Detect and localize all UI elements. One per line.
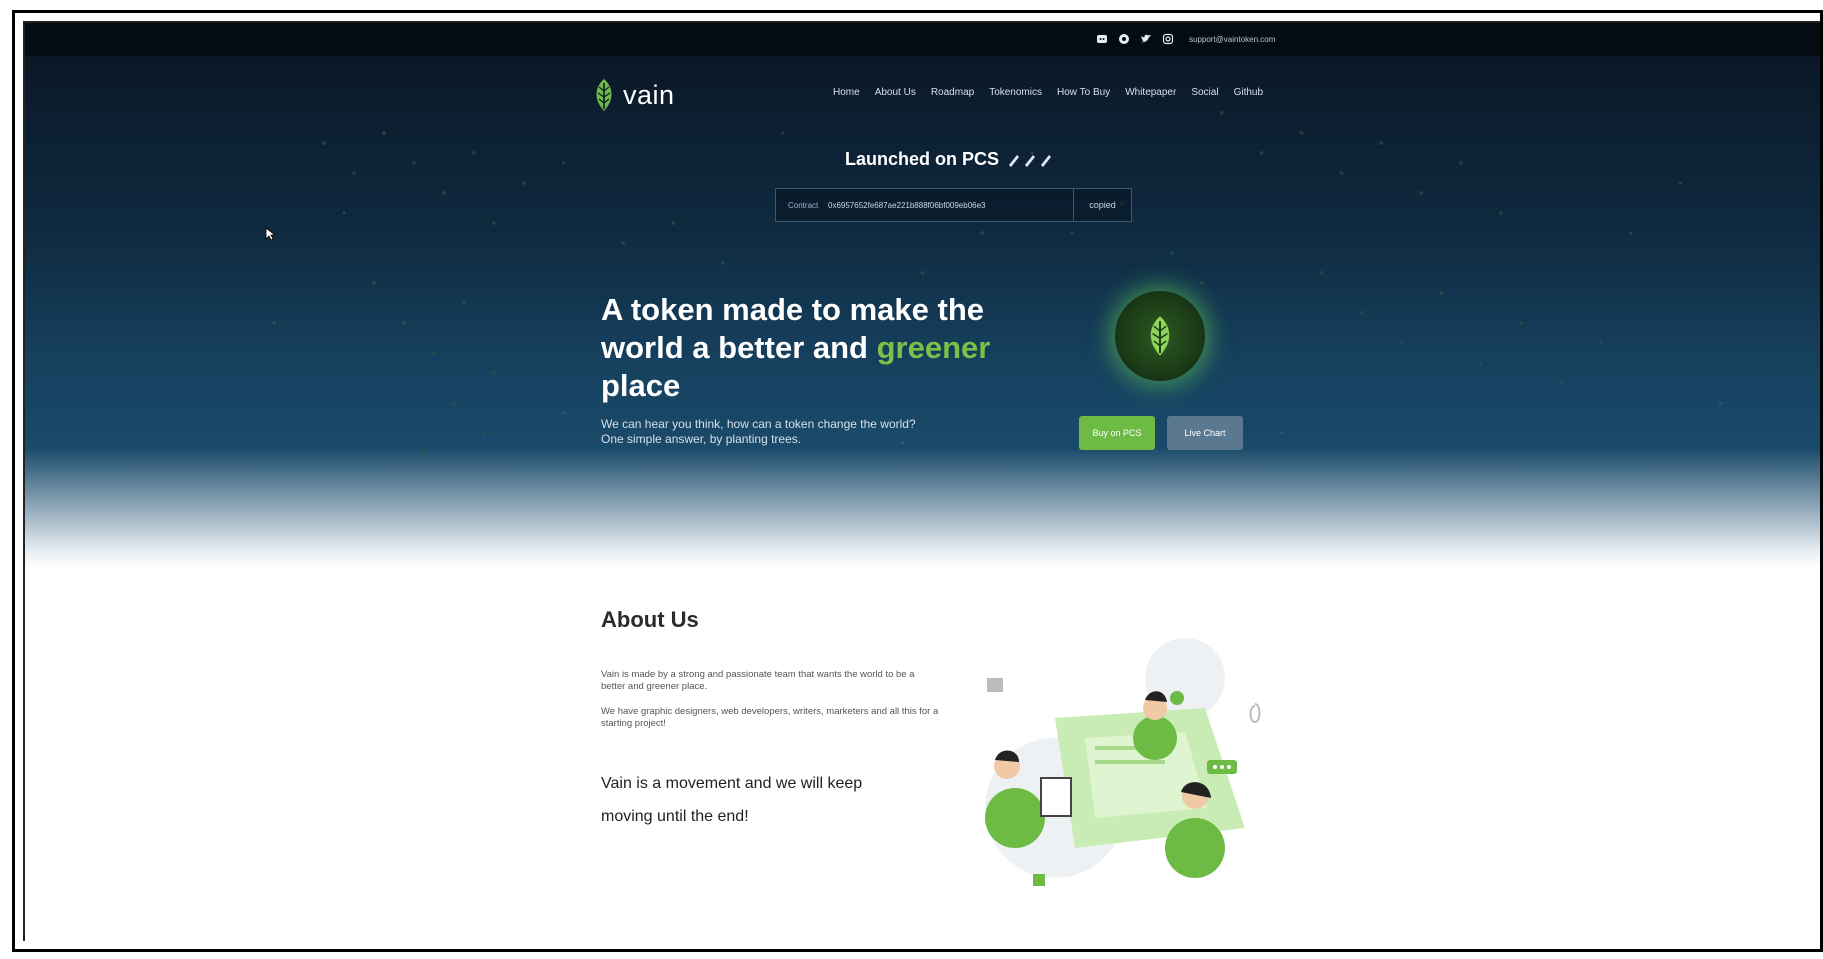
brand-name: vain (623, 79, 675, 110)
nav-item-github[interactable]: Github (1234, 87, 1263, 98)
nav-item-how-to-buy[interactable]: How To Buy (1057, 87, 1110, 98)
support-email[interactable]: support@vaintoken.com (1189, 35, 1275, 44)
live-chart-button[interactable]: Live Chart (1167, 416, 1243, 450)
movement-line1: Vain is a movement and we will keep (601, 775, 863, 792)
about-paragraph-1: Vain is made by a strong and passionate … (601, 669, 915, 692)
movement-statement: Vain is a movement and we will keep movi… (601, 767, 931, 833)
main-nav: vain Home About Us Roadmap Tokenomics Ho… (25, 57, 1820, 111)
nav-item-about-us[interactable]: About Us (875, 87, 916, 98)
contract-box: Contract 0x6957652fe687ae221b888f06bf009… (775, 188, 1132, 222)
leaf-badge (1115, 291, 1205, 381)
browser-frame: support@vaintoken.com vain Home About Us… (12, 10, 1823, 952)
about-paragraph-2: We have graphic designers, web developer… (601, 706, 939, 729)
launch-text: Launched on PCS (845, 149, 1000, 169)
headline-green: greener (876, 330, 991, 365)
nav-item-roadmap[interactable]: Roadmap (931, 87, 974, 98)
reddit-icon[interactable] (1117, 33, 1130, 46)
leaf-icon (1150, 316, 1170, 356)
copy-button[interactable]: copied (1073, 189, 1131, 221)
instagram-icon[interactable] (1161, 33, 1174, 46)
nav-item-home[interactable]: Home (833, 87, 860, 98)
movement-line2: moving until the end! (601, 808, 749, 825)
nav-item-tokenomics[interactable]: Tokenomics (989, 87, 1042, 98)
page-viewport: support@vaintoken.com vain Home About Us… (23, 21, 1820, 941)
mouse-cursor-icon (265, 227, 275, 241)
about-title: About Us (601, 607, 699, 632)
social-icons: support@vaintoken.com (1095, 33, 1275, 46)
contract-label: Contract (788, 200, 819, 210)
hero-headline: A token made to make the world a better … (601, 291, 1041, 405)
hero-section: support@vaintoken.com vain Home About Us… (25, 23, 1820, 568)
nav-item-social[interactable]: Social (1191, 87, 1218, 98)
launch-banner: Launched on PCS (845, 149, 1059, 170)
discord-icon[interactable] (1095, 33, 1108, 46)
subtext-line1: We can hear you think, how can a token c… (601, 417, 916, 431)
contract-address[interactable]: 0x6957652fe687ae221b888f06bf009eb06e3 (828, 201, 1073, 210)
leaf-icon (596, 79, 612, 111)
team-illustration (985, 638, 1261, 886)
twitter-icon[interactable] (1139, 33, 1152, 46)
rocket-icon (1009, 154, 1052, 167)
brand-logo[interactable]: vain (591, 77, 675, 113)
headline-part2: place (601, 368, 681, 403)
hero-subtext: We can hear you think, how can a token c… (601, 417, 1021, 447)
nav-menu: Home About Us Roadmap Tokenomics How To … (833, 87, 1263, 98)
nav-item-whitepaper[interactable]: Whitepaper (1125, 87, 1176, 98)
subtext-line2: One simple answer, by planting trees. (601, 432, 802, 446)
buy-on-pcs-button[interactable]: Buy on PCS (1079, 416, 1155, 450)
top-bar: support@vaintoken.com (25, 23, 1820, 57)
